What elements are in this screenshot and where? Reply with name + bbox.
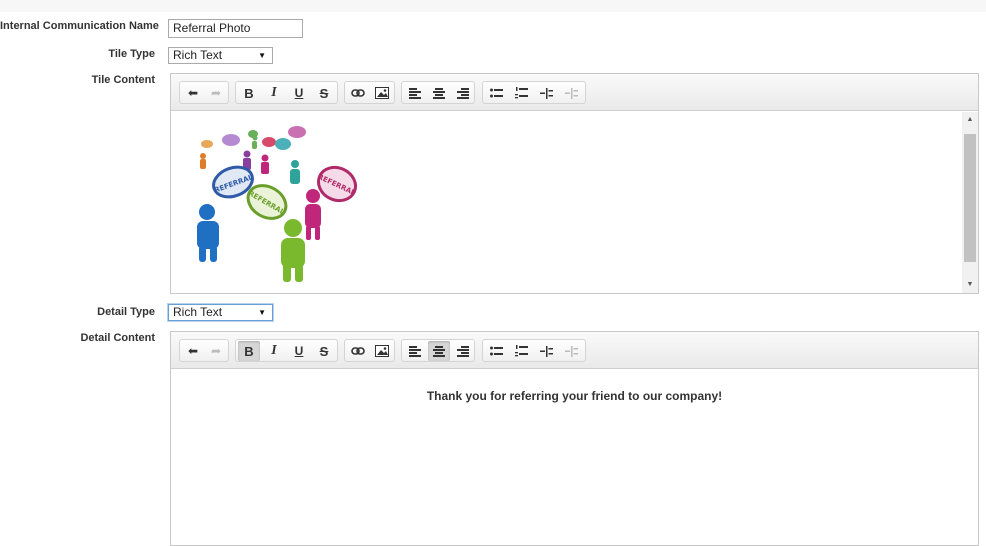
scrollbar-thumb[interactable] [964,134,976,262]
tile-type-label: Tile Type [108,48,155,60]
undo-icon[interactable]: ⬅ [182,83,204,103]
history-group: ⬅ ➦ [179,339,229,362]
outdent-icon[interactable] [560,83,582,103]
detail-type-value: Rich Text [173,305,223,319]
insert-group [344,339,395,362]
indent-icon[interactable] [535,341,557,361]
align-group [401,339,475,362]
top-strip [0,0,986,12]
indent-icon[interactable] [535,83,557,103]
align-center-icon[interactable] [428,83,450,103]
format-group: B I U S [235,81,338,104]
align-right-icon[interactable] [452,83,474,103]
detail-content-editor[interactable]: ⬅ ➦ B I U S Thank you for referring your… [170,331,979,546]
strikethrough-icon[interactable]: S [313,83,335,103]
format-group: B I U S [235,339,338,362]
redo-icon[interactable]: ➦ [205,341,227,361]
strikethrough-icon[interactable]: S [313,341,335,361]
name-label: Internal Communication Name [0,20,159,32]
list-group [482,339,586,362]
detail-message: Thank you for referring your friend to o… [426,389,723,403]
scroll-up-icon[interactable]: ▲ [962,112,978,128]
dropdown-arrow-icon: ▼ [258,308,266,317]
tile-type-value: Rich Text [173,48,223,62]
bullet-list-icon[interactable] [485,83,507,103]
detail-type-label: Detail Type [97,306,155,318]
tile-editor-toolbar: ⬅ ➦ B I U S [171,74,978,111]
link-icon[interactable] [347,341,369,361]
numbered-list-icon[interactable] [510,83,532,103]
align-left-icon[interactable] [404,83,426,103]
align-center-icon[interactable] [428,341,450,361]
image-icon[interactable] [371,83,393,103]
numbered-list-icon[interactable] [510,341,532,361]
underline-icon[interactable]: U [288,83,310,103]
tile-content-editor[interactable]: ⬅ ➦ B I U S REFERRAL REFERRAL REFERRAL ▲… [170,73,979,294]
list-group [482,81,586,104]
outdent-icon[interactable] [560,341,582,361]
referral-photo: REFERRAL REFERRAL REFERRAL [185,124,365,293]
image-icon[interactable] [371,341,393,361]
dropdown-arrow-icon: ▼ [258,51,266,60]
tile-type-select[interactable]: Rich Text ▼ [168,47,273,64]
history-group: ⬅ ➦ [179,81,229,104]
redo-icon[interactable]: ➦ [205,83,227,103]
insert-group [344,81,395,104]
align-left-icon[interactable] [404,341,426,361]
detail-content-label: Detail Content [80,332,155,344]
underline-icon[interactable]: U [288,341,310,361]
tile-content-label: Tile Content [91,74,155,86]
bold-icon[interactable]: B [238,83,260,103]
link-icon[interactable] [347,83,369,103]
scroll-down-icon[interactable]: ▼ [962,277,978,293]
bullet-list-icon[interactable] [485,341,507,361]
align-group [401,81,475,104]
detail-editor-content[interactable]: Thank you for referring your friend to o… [171,370,978,545]
undo-icon[interactable]: ⬅ [182,341,204,361]
align-right-icon[interactable] [452,341,474,361]
tile-editor-scrollbar[interactable]: ▲ ▼ [962,112,978,293]
italic-icon[interactable]: I [263,83,285,103]
italic-icon[interactable]: I [263,341,285,361]
name-field[interactable]: Referral Photo [168,19,303,38]
detail-type-select[interactable]: Rich Text ▼ [168,304,273,321]
bold-icon[interactable]: B [238,341,260,361]
tile-editor-content[interactable]: REFERRAL REFERRAL REFERRAL ▲ ▼ [171,112,978,293]
detail-editor-toolbar: ⬅ ➦ B I U S [171,332,978,369]
